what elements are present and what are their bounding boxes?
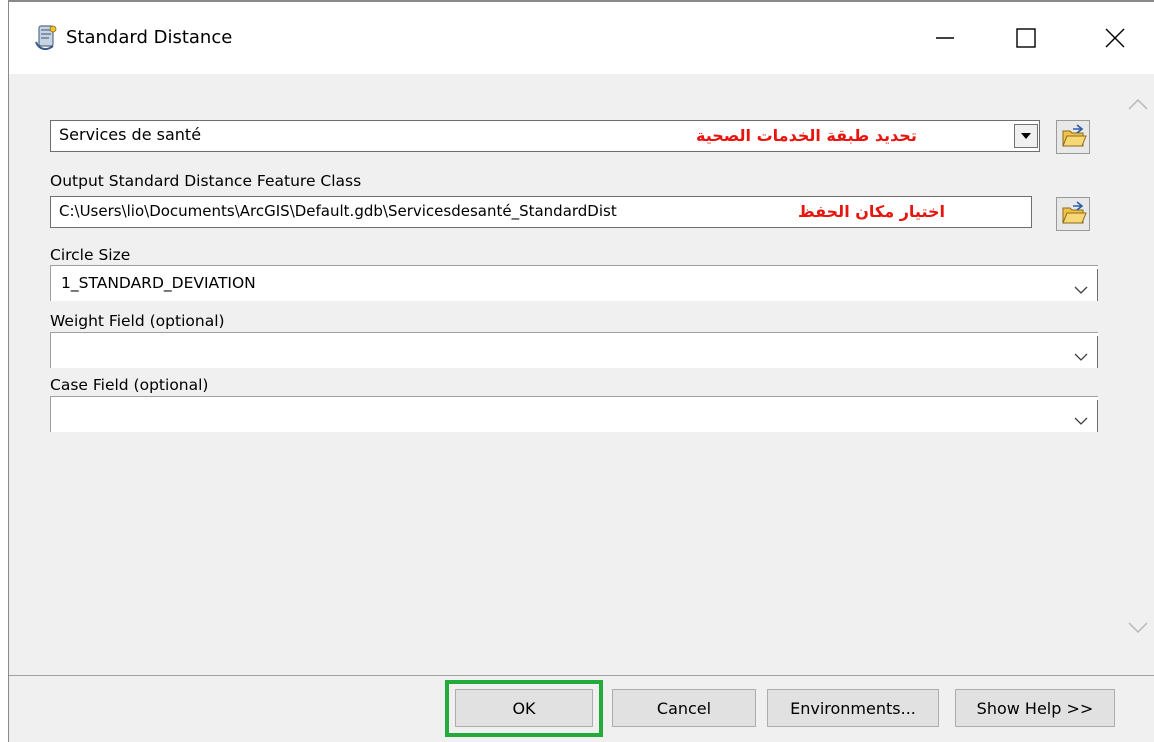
weight-field-select[interactable] (50, 332, 1098, 368)
show-help-button-label: Show Help >> (976, 698, 1094, 718)
combo-edge (1097, 269, 1098, 301)
geoprocessing-tool-icon (33, 24, 59, 52)
maximize-button[interactable] (989, 2, 1061, 74)
combo-edge (1097, 336, 1098, 368)
weight-field-label: Weight Field (optional) (50, 312, 225, 330)
ok-button-highlight (445, 680, 603, 737)
parameters-panel: Services de santé تحديد طبقة الخدمات الص… (10, 74, 1154, 658)
minimize-button[interactable] (909, 2, 981, 74)
environments-button-label: Environments... (790, 698, 916, 718)
close-button[interactable] (1079, 2, 1151, 74)
input-features-browse-button[interactable] (1056, 120, 1090, 154)
case-field-select[interactable] (50, 396, 1098, 432)
input-features-dropdown-button[interactable] (1014, 124, 1038, 148)
output-feature-class-annotation: اختيار مكان الحفظ (798, 202, 945, 221)
open-folder-icon (1062, 124, 1087, 147)
output-feature-class-label: Output Standard Distance Feature Class (50, 172, 362, 190)
chevron-down-icon (1074, 411, 1088, 430)
output-feature-class-value: C:\Users\lio\Documents\ArcGIS\Default.gd… (59, 202, 617, 220)
input-features-annotation: تحديد طبقة الخدمات الصحية (696, 126, 917, 145)
circle-size-label: Circle Size (50, 246, 131, 264)
open-folder-icon (1062, 201, 1087, 224)
chevron-down-icon (1074, 280, 1088, 299)
window-title: Standard Distance (66, 27, 233, 48)
case-field-label: Case Field (optional) (50, 376, 209, 394)
combo-edge (1097, 400, 1098, 432)
scroll-down-icon[interactable] (1125, 614, 1151, 640)
chevron-down-icon (1074, 347, 1088, 366)
show-help-button[interactable]: Show Help >> (955, 689, 1115, 727)
dropdown-arrow-icon (1021, 133, 1031, 139)
circle-size-value: 1_STANDARD_DEVIATION (61, 274, 256, 292)
output-feature-class-browse-button[interactable] (1056, 197, 1090, 231)
title-bar[interactable]: Standard Distance (9, 2, 1154, 74)
cancel-button-label: Cancel (656, 698, 712, 718)
scroll-up-icon[interactable] (1125, 92, 1151, 118)
input-features-value: Services de santé (59, 125, 202, 144)
cancel-button[interactable]: Cancel (612, 689, 756, 727)
button-bar-divider (9, 675, 1154, 676)
environments-button[interactable]: Environments... (767, 689, 939, 727)
circle-size-select[interactable]: 1_STANDARD_DEVIATION (50, 265, 1098, 301)
